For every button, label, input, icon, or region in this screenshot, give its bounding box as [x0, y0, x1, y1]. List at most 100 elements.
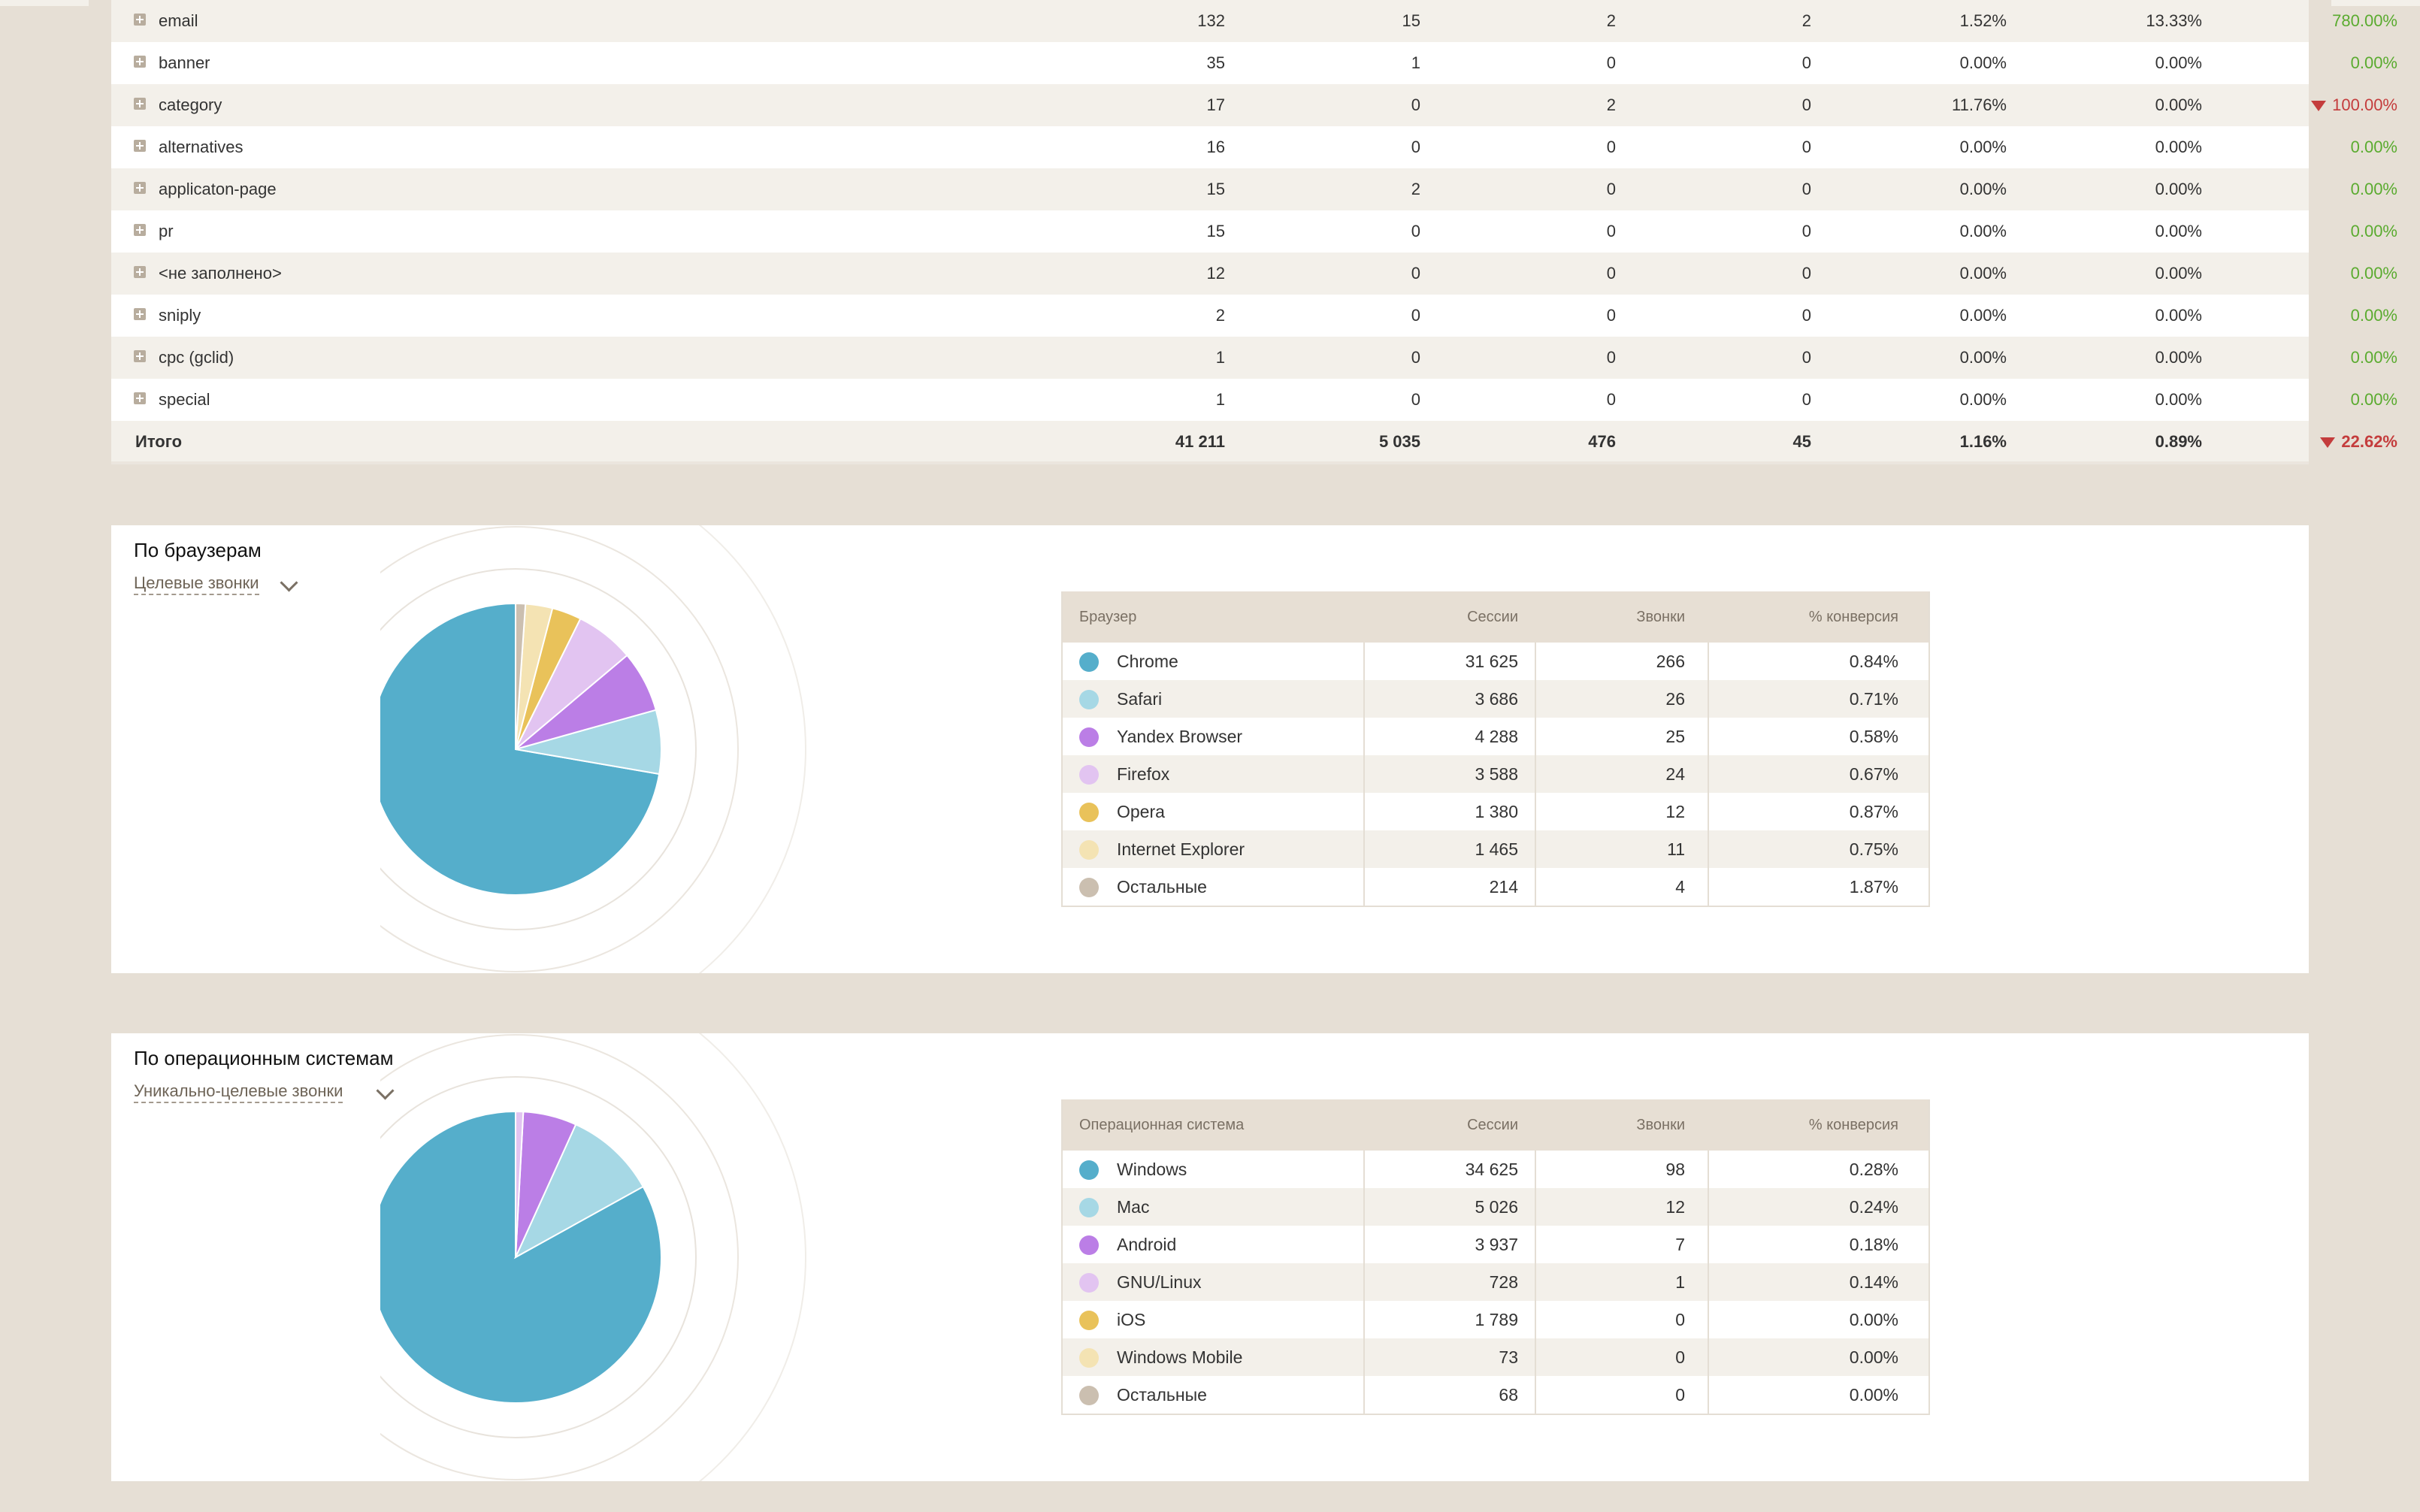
table-row[interactable]: sniply 2 0 0 0 0.00% 0.00% 0.00% — [111, 295, 2397, 337]
expand-icon[interactable] — [134, 308, 146, 320]
source-name: alternatives — [159, 138, 244, 156]
cell-v1: 35 — [1206, 53, 1225, 72]
cell-conversion: 0.14% — [1849, 1272, 1898, 1292]
cell-sessions: 73 — [1499, 1347, 1518, 1367]
browsers-table: Браузер Сессии Звонки % конверсия Chrome… — [1061, 591, 1930, 907]
header-conversion: % конверсия — [1808, 1117, 1898, 1133]
chevron-down-icon[interactable] — [280, 573, 298, 592]
cell-change: 0.00% — [2232, 168, 2397, 210]
expand-icon[interactable] — [134, 98, 146, 110]
legend-dot-icon — [1079, 1348, 1099, 1368]
row-label: Firefox — [1117, 764, 1170, 784]
cell-v1: 15 — [1206, 222, 1225, 240]
cell-v2: 0 — [1411, 348, 1420, 367]
cell-sessions: 3 588 — [1475, 764, 1518, 784]
table-row: Internet Explorer 1 465 11 0.75% — [1063, 830, 1928, 868]
down-triangle-icon — [2311, 101, 2327, 112]
change-value: 0.00% — [2350, 138, 2397, 156]
header-calls: Звонки — [1636, 609, 1685, 625]
column-divider — [1708, 643, 1709, 906]
table-row: Android 3 937 7 0.18% — [1063, 1226, 1928, 1263]
header-conversion: % конверсия — [1808, 609, 1898, 625]
cell-v2: 0 — [1411, 222, 1420, 240]
cell-v4: 0 — [1801, 348, 1811, 367]
legend-dot-icon — [1079, 1273, 1099, 1293]
table-row[interactable]: alternatives 16 0 0 0 0.00% 0.00% 0.00% — [111, 126, 2397, 168]
change-value: 0.00% — [2350, 53, 2397, 72]
change-value: 100.00% — [2332, 95, 2397, 114]
cell-conversion: 1.87% — [1849, 877, 1898, 897]
row-label: Yandex Browser — [1117, 727, 1243, 746]
table-row: iOS 1 789 0 0.00% — [1063, 1301, 1928, 1338]
legend-dot-icon — [1079, 840, 1099, 860]
cell-v5: 0.00% — [1959, 180, 2007, 198]
expand-icon[interactable] — [134, 350, 146, 362]
row-label: Android — [1117, 1235, 1177, 1254]
cell-v5: 11.76% — [1952, 95, 2007, 114]
cell-change: 0.00% — [2232, 379, 2397, 421]
cell-sessions: 5 026 — [1475, 1197, 1518, 1217]
cell-calls: 98 — [1665, 1160, 1685, 1179]
cell-calls: 24 — [1665, 764, 1685, 784]
cell-conversion: 0.00% — [1849, 1385, 1898, 1405]
cell-v1: 12 — [1206, 264, 1225, 283]
table-row: Windows Mobile 73 0 0.00% — [1063, 1338, 1928, 1376]
cell-v4: 0 — [1801, 306, 1811, 325]
cell-v2: 0 — [1411, 95, 1420, 114]
row-label: Windows Mobile — [1117, 1347, 1243, 1367]
row-label: Opera — [1117, 802, 1165, 821]
cell-v4: 0 — [1801, 264, 1811, 283]
cell-v4: 2 — [1801, 11, 1811, 30]
cell-calls: 0 — [1675, 1310, 1685, 1329]
table-row[interactable]: <не заполнено> 12 0 0 0 0.00% 0.00% 0.00% — [111, 253, 2397, 295]
cell-conversion: 0.67% — [1849, 764, 1898, 784]
cell-v6: 0.00% — [2155, 180, 2202, 198]
expand-icon[interactable] — [134, 14, 146, 26]
change-value: 0.00% — [2350, 222, 2397, 240]
table-row[interactable]: category 17 0 2 0 11.76% 0.00% 100.00% — [111, 84, 2397, 126]
expand-icon[interactable] — [134, 392, 146, 404]
table-total-row: Итого 41 211 5 035 476 45 1.16% 0.89% 22.62% — [111, 421, 2397, 464]
down-triangle-icon — [2320, 437, 2336, 449]
cell-calls: 12 — [1665, 802, 1685, 821]
cell-v6: 0.00% — [2155, 138, 2202, 156]
table-row[interactable]: pr 15 0 0 0 0.00% 0.00% 0.00% — [111, 210, 2397, 253]
cell-v4: 0 — [1801, 138, 1811, 156]
cell-conversion: 0.58% — [1849, 727, 1898, 746]
cell-change: 0.00% — [2232, 295, 2397, 337]
table-row[interactable]: applicaton-page 15 2 0 0 0.00% 0.00% 0.00% — [111, 168, 2397, 210]
expand-icon[interactable] — [134, 56, 146, 68]
cell-v6: 0.89% — [2155, 432, 2202, 451]
cell-conversion: 0.18% — [1849, 1235, 1898, 1254]
cell-v1: 1 — [1215, 348, 1225, 367]
cell-v6: 0.00% — [2155, 95, 2202, 114]
expand-icon[interactable] — [134, 224, 146, 236]
expand-icon[interactable] — [134, 266, 146, 278]
browsers-metric-selector[interactable]: Целевые звонки — [134, 573, 259, 595]
table-row[interactable]: cpc (gclid) 1 0 0 0 0.00% 0.00% 0.00% — [111, 337, 2397, 379]
expand-icon[interactable] — [134, 182, 146, 194]
table-row: Windows 34 625 98 0.28% — [1063, 1151, 1928, 1188]
cell-calls: 7 — [1675, 1235, 1685, 1254]
os-metric-selector[interactable]: Уникально-целевые звонки — [134, 1081, 343, 1103]
cell-v2: 0 — [1411, 264, 1420, 283]
cell-v4: 45 — [1792, 432, 1811, 451]
cell-v2: 2 — [1411, 180, 1420, 198]
cell-v3: 0 — [1606, 348, 1616, 367]
table-row[interactable]: special 1 0 0 0 0.00% 0.00% 0.00% — [111, 379, 2397, 421]
source-name: banner — [159, 53, 210, 72]
header-sessions: Сессии — [1467, 1117, 1518, 1133]
table-row: Firefox 3 588 24 0.67% — [1063, 755, 1928, 793]
table-row[interactable]: banner 35 1 0 0 0.00% 0.00% 0.00% — [111, 42, 2397, 84]
cell-v2: 1 — [1411, 53, 1420, 72]
cell-change: 0.00% — [2232, 253, 2397, 295]
cell-v6: 13.33% — [2146, 11, 2202, 30]
expand-icon[interactable] — [134, 140, 146, 152]
cell-sessions: 68 — [1499, 1385, 1518, 1405]
cell-calls: 11 — [1667, 839, 1685, 859]
browsers-table-header: Браузер Сессии Звонки % конверсия — [1063, 591, 1928, 643]
cell-v4: 0 — [1801, 180, 1811, 198]
table-row[interactable]: email 132 15 2 2 1.52% 13.33% 780.00% — [111, 0, 2397, 42]
source-name: email — [159, 11, 198, 30]
table-row: Chrome 31 625 266 0.84% — [1063, 643, 1928, 680]
